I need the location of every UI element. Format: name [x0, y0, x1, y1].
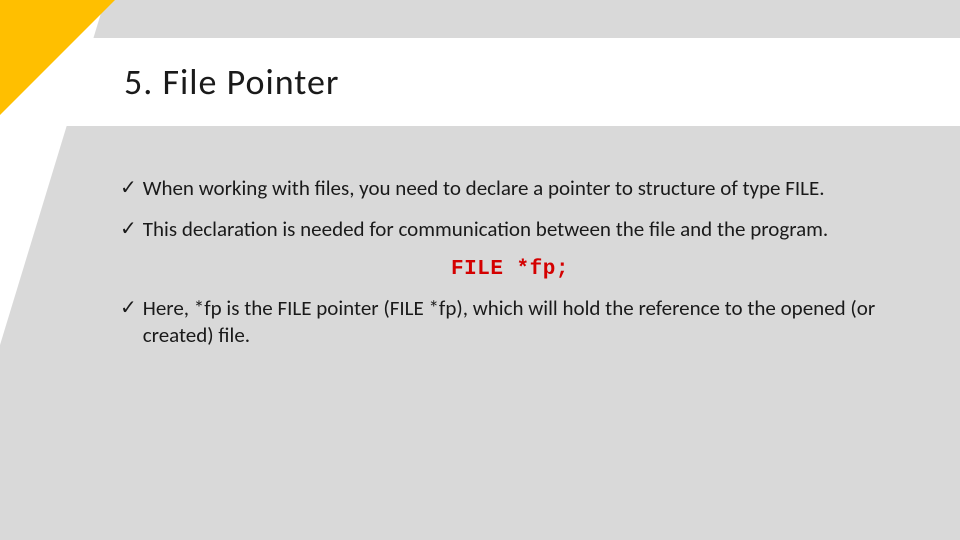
slide-title: 5. File Pointer — [124, 60, 339, 104]
code-snippet: FILE *fp; — [120, 258, 900, 281]
check-icon: ✓ — [120, 175, 137, 202]
slide-content: ✓ When working with files, you need to d… — [120, 175, 900, 363]
bullet-item: ✓ When working with files, you need to d… — [120, 175, 900, 202]
check-icon: ✓ — [120, 295, 137, 322]
bullet-item: ✓ Here, *fp is the FILE pointer (FILE *f… — [120, 295, 900, 350]
title-band: 5. File Pointer — [0, 38, 960, 126]
decoration-corner-yellow — [0, 0, 115, 115]
bullet-text: When working with files, you need to dec… — [143, 175, 825, 202]
bullet-text: Here, *fp is the FILE pointer (FILE *fp)… — [143, 295, 900, 350]
bullet-item: ✓ This declaration is needed for communi… — [120, 216, 900, 243]
check-icon: ✓ — [120, 216, 137, 243]
bullet-text: This declaration is needed for communica… — [143, 216, 828, 243]
